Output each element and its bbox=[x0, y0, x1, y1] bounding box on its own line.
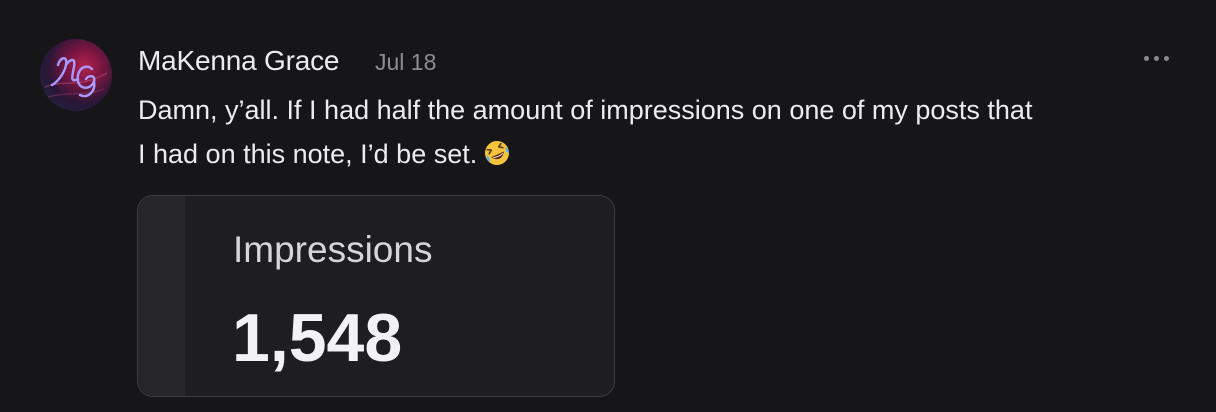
note-item: MaKenna Grace Jul 18 Damn, y’all. If I h… bbox=[0, 0, 1216, 412]
more-horizontal-icon-dot bbox=[1164, 56, 1169, 61]
note-body: Damn, y’all. If I had half the amount of… bbox=[138, 88, 1178, 180]
impressions-value: 1,548 bbox=[232, 300, 403, 376]
impressions-label: Impressions bbox=[233, 229, 433, 270]
note-body-line: Damn, y’all. If I had half the amount of… bbox=[138, 95, 1033, 125]
note-body-line: I had on this note, I’d be set. bbox=[138, 139, 478, 169]
more-horizontal-icon-dot bbox=[1144, 56, 1149, 61]
image-side-strip bbox=[138, 196, 185, 396]
note-body-line-with-emoji: I had on this note, I’d be set. bbox=[138, 132, 1178, 180]
author-name[interactable]: MaKenna Grace bbox=[138, 44, 339, 78]
mg-monogram-icon bbox=[44, 57, 108, 98]
impressions-screenshot-attachment[interactable]: Impressions 1,548 bbox=[137, 195, 615, 397]
rolling-on-the-floor-laughing-emoji-icon bbox=[483, 136, 511, 180]
more-options-button[interactable] bbox=[1140, 48, 1174, 70]
more-horizontal-icon-dot bbox=[1154, 56, 1159, 61]
author-avatar[interactable] bbox=[40, 39, 112, 111]
post-date[interactable]: Jul 18 bbox=[375, 48, 436, 76]
